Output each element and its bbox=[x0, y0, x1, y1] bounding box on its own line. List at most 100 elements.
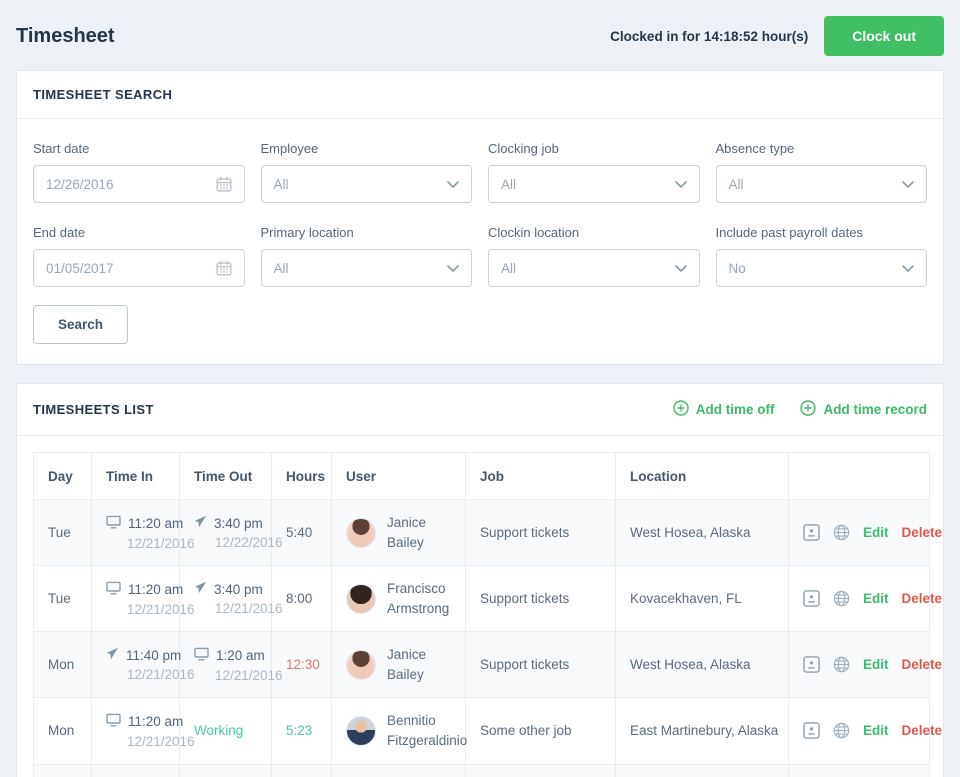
job-cell: Support tickets bbox=[465, 498, 616, 567]
clocking-job-select[interactable]: All bbox=[488, 165, 700, 203]
timesheets-list-panel: TIMESHEETS LIST Add time off Add time re… bbox=[16, 383, 944, 777]
actions-cell: Edit Delete bbox=[788, 498, 942, 567]
chevron-down-icon bbox=[674, 264, 687, 272]
delete-link[interactable]: Delete bbox=[902, 657, 943, 672]
start-date-field-group: Start date bbox=[33, 135, 245, 203]
add-time-record-link[interactable]: Add time record bbox=[800, 400, 927, 419]
search-form-row-2: End date Primary location All Clockin lo… bbox=[17, 203, 943, 287]
edit-link[interactable]: Edit bbox=[863, 723, 889, 738]
chevron-down-icon bbox=[902, 264, 914, 272]
hours-cell: 5:40 bbox=[271, 498, 332, 567]
top-bar-right: Clocked in for 14:18:52 hour(s) Clock ou… bbox=[610, 16, 944, 56]
contact-card-icon[interactable] bbox=[803, 722, 820, 740]
col-header-time-in: Time In bbox=[91, 452, 180, 500]
timesheet-table: Day Time In Time Out Hours User Job Loca… bbox=[33, 452, 942, 777]
edit-link[interactable]: Edit bbox=[863, 591, 889, 606]
time-in-cell: 11:40 pm 12/21/2016 bbox=[91, 763, 180, 777]
employee-label: Employee bbox=[260, 141, 319, 156]
time-out-cell: Working bbox=[179, 697, 272, 765]
job-cell: Some other job bbox=[465, 697, 616, 765]
clockin-location-label: Clockin location bbox=[488, 225, 580, 240]
primary-location-select[interactable]: All bbox=[260, 249, 472, 287]
edit-link[interactable]: Edit bbox=[863, 657, 889, 672]
globe-icon[interactable] bbox=[833, 524, 850, 541]
actions-cell: Edit Delete bbox=[788, 565, 942, 633]
start-date-input[interactable] bbox=[46, 176, 216, 192]
contact-card-icon[interactable] bbox=[803, 524, 820, 541]
day-cell: Mon bbox=[33, 631, 92, 699]
page-title: Timesheet bbox=[16, 24, 115, 47]
delete-link[interactable]: Delete bbox=[902, 591, 943, 606]
include-past-payroll-select[interactable]: No bbox=[715, 249, 927, 287]
absence-type-selected-value: All bbox=[728, 176, 744, 192]
end-date-field-group: End date bbox=[33, 219, 245, 287]
search-button[interactable]: Search bbox=[33, 305, 129, 344]
clockin-location-field-group: Clockin location All bbox=[488, 219, 700, 287]
clockin-location-select[interactable]: All bbox=[488, 249, 700, 287]
globe-icon[interactable] bbox=[833, 590, 850, 607]
col-header-day: Day bbox=[33, 452, 92, 500]
col-header-time-out: Time Out bbox=[179, 452, 272, 500]
user-cell: Francisco Armstrong bbox=[331, 565, 466, 633]
time-in-cell: 11:20 am 12/21/2016 bbox=[91, 565, 195, 633]
include-past-payroll-field-group: Include past payroll dates No bbox=[715, 219, 927, 287]
clock-out-button[interactable]: Clock out bbox=[824, 16, 944, 56]
col-header-job: Job bbox=[465, 452, 616, 500]
add-time-off-link[interactable]: Add time off bbox=[673, 400, 775, 419]
actions-cell: Edit Delete bbox=[788, 697, 942, 765]
delete-link[interactable]: Delete bbox=[902, 723, 943, 738]
avatar bbox=[346, 715, 376, 746]
col-header-user: User bbox=[331, 452, 466, 500]
employee-select[interactable]: All bbox=[260, 165, 472, 203]
clocked-in-status: Clocked in for 14:18:52 hour(s) bbox=[610, 28, 809, 44]
include-past-payroll-selected-value: No bbox=[728, 260, 746, 276]
location-arrow-icon bbox=[194, 581, 207, 597]
day-cell: Fri bbox=[33, 763, 92, 777]
search-panel-title: TIMESHEET SEARCH bbox=[33, 87, 173, 102]
chevron-down-icon bbox=[447, 264, 459, 272]
time-out-cell: 3:40 pm 12/21/2016 bbox=[179, 565, 283, 633]
clockin-location-selected-value: All bbox=[501, 260, 517, 276]
end-date-label: End date bbox=[33, 225, 86, 240]
chevron-down-icon bbox=[674, 180, 687, 188]
clocking-job-field-group: Clocking job All bbox=[488, 135, 700, 203]
actions-cell: Edit Delete bbox=[788, 763, 930, 777]
calendar-icon[interactable] bbox=[216, 260, 232, 276]
globe-icon[interactable] bbox=[833, 656, 850, 673]
globe-icon[interactable] bbox=[833, 722, 850, 739]
monitor-icon bbox=[106, 515, 121, 532]
time-out-cell: 1:20 am 12/21/2016 bbox=[179, 763, 272, 777]
location-cell: West Hosea, Alaska bbox=[615, 763, 789, 777]
user-cell: JaniceBailey bbox=[331, 498, 466, 567]
plus-circle-icon bbox=[673, 400, 689, 419]
edit-link[interactable]: Edit bbox=[863, 525, 889, 540]
absence-type-select[interactable]: All bbox=[715, 165, 927, 203]
user-cell: JaniceBailey bbox=[331, 763, 466, 777]
day-cell: Mon bbox=[33, 697, 92, 765]
location-arrow-icon bbox=[194, 515, 207, 531]
delete-link[interactable]: Delete bbox=[902, 525, 943, 540]
day-cell: Tue bbox=[33, 565, 92, 633]
contact-card-icon[interactable] bbox=[803, 656, 820, 674]
working-status: Working bbox=[194, 723, 244, 739]
contact-card-icon[interactable] bbox=[803, 590, 820, 607]
monitor-icon bbox=[106, 581, 121, 598]
calendar-icon[interactable] bbox=[216, 176, 232, 192]
timesheet-table-wrap: Day Time In Time Out Hours User Job Loca… bbox=[17, 436, 943, 777]
absence-type-label: Absence type bbox=[715, 141, 795, 156]
hours-cell: 12:30 bbox=[271, 631, 332, 699]
timesheet-page: Timesheet Clocked in for 14:18:52 hour(s… bbox=[0, 0, 960, 777]
user-cell: JaniceBailey bbox=[331, 631, 466, 699]
location-cell: West Hosea, Alaska bbox=[615, 631, 789, 699]
table-row: Tue 11:20 am 12/21/2016 3:40 pm 12/21/20… bbox=[33, 565, 942, 633]
hours-cell: 12:30 bbox=[271, 763, 332, 777]
add-time-off-label: Add time off bbox=[695, 402, 775, 417]
end-date-input[interactable] bbox=[46, 260, 216, 276]
chevron-down-icon bbox=[902, 180, 914, 188]
time-in-cell: 11:20 am 12/21/2016 bbox=[91, 697, 195, 765]
chevron-down-icon bbox=[447, 180, 459, 188]
list-panel-actions: Add time off Add time record bbox=[673, 400, 927, 419]
primary-location-label: Primary location bbox=[260, 225, 354, 240]
table-row: Mon 11:40 pm 12/21/2016 1:20 am 12/21/20… bbox=[33, 631, 942, 699]
search-form-row-1: Start date Employee All Clocking job All bbox=[17, 119, 943, 203]
